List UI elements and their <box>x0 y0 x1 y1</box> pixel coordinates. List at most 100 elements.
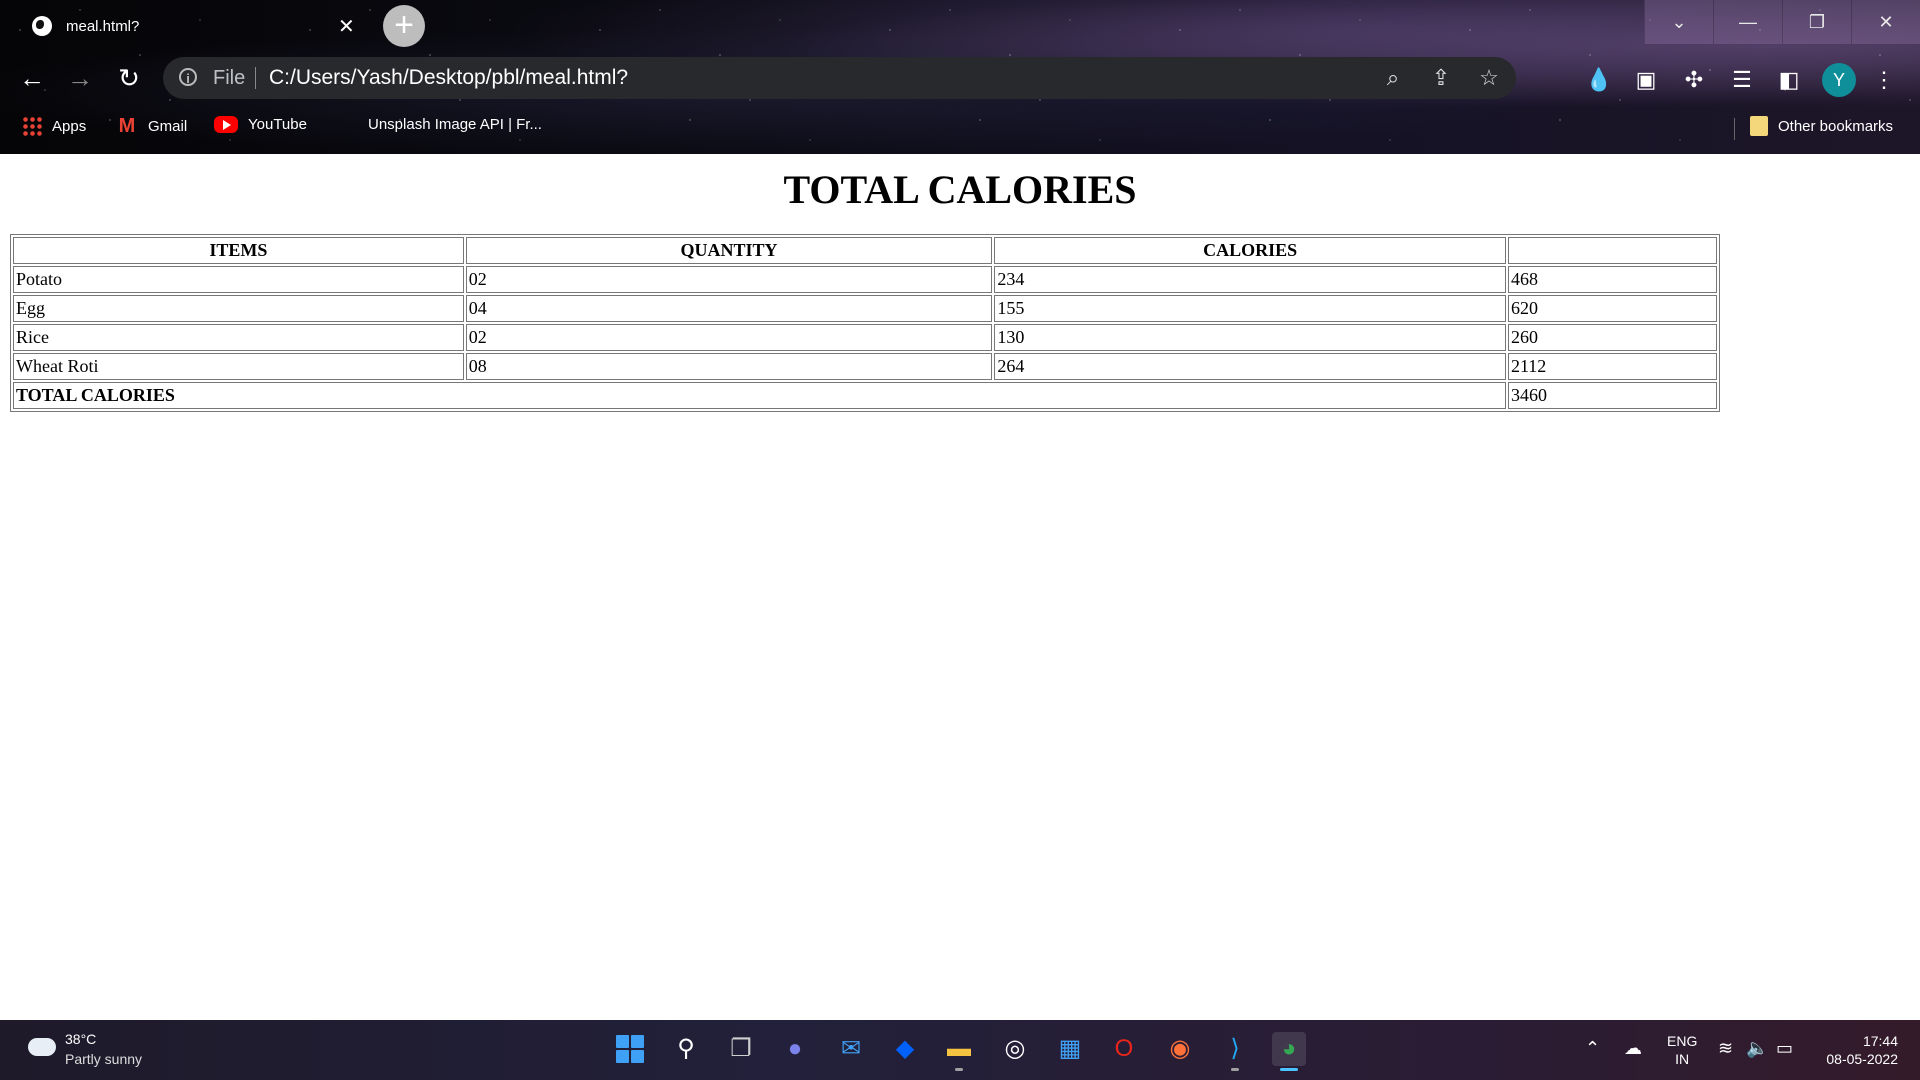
volume-icon[interactable]: 🔈 <box>1746 1038 1768 1059</box>
dropbox-icon[interactable]: ◆ <box>888 1032 922 1066</box>
new-tab-button[interactable]: + <box>383 5 425 47</box>
scheme-label: File <box>213 67 246 89</box>
bookmarks-divider <box>1734 118 1735 140</box>
profile-avatar[interactable]: Y <box>1822 63 1856 97</box>
zoom-icon[interactable]: ⌕ <box>1380 65 1406 91</box>
total-value: 3460 <box>1507 382 1717 409</box>
table-row: Wheat Roti 08 264 2112 <box>13 353 1717 380</box>
restore-button[interactable]: ❐ <box>1782 0 1851 44</box>
browser-chrome: meal.html? ✕ + ⌄ — ❐ ✕ ← → ↻ i File C:/U… <box>0 0 1920 154</box>
chrome-icon[interactable]: ◕ <box>1272 1032 1306 1066</box>
other-bookmarks[interactable]: Other bookmarks <box>1750 116 1893 136</box>
back-button[interactable]: ← <box>16 62 48 94</box>
info-icon[interactable]: i <box>179 68 197 86</box>
onedrive-cloud-icon[interactable]: ☁ <box>1624 1038 1642 1059</box>
calories-cell: 155 <box>994 295 1506 322</box>
address-bar[interactable]: i File C:/Users/Yash/Desktop/pbl/meal.ht… <box>163 57 1516 99</box>
bookmarks-bar: Apps M Gmail YouTube Unsplash Image API … <box>0 110 1920 142</box>
item-cell: Potato <box>13 266 464 293</box>
quantity-cell: 02 <box>465 324 993 351</box>
firefox-icon[interactable]: ◉ <box>1163 1032 1197 1066</box>
windows-taskbar: 38°C Partly sunny ⚲ ❐ ● ✉ ◆ ▬ ◎ ▦ O ◉ ⟩ … <box>0 1020 1920 1080</box>
tab-title: meal.html? <box>66 18 140 35</box>
region-code: IN <box>1675 1051 1690 1067</box>
show-hidden-icons-chevron[interactable]: ⌃ <box>1585 1038 1600 1059</box>
mail-icon[interactable]: ✉ <box>834 1032 868 1066</box>
app-icon[interactable]: ◎ <box>998 1032 1032 1066</box>
calories-cell: 130 <box>994 324 1506 351</box>
bookmark-unsplash[interactable]: Unsplash Image API | Fr... <box>368 116 542 133</box>
calories-cell: 234 <box>994 266 1506 293</box>
active-app-indicator <box>1280 1068 1298 1071</box>
close-tab-icon[interactable]: ✕ <box>338 14 355 39</box>
subtotal-cell: 620 <box>1507 295 1717 322</box>
media-extension-icon[interactable]: ▣ <box>1632 66 1660 94</box>
battery-icon[interactable]: ▭ <box>1776 1038 1793 1059</box>
total-label: TOTAL CALORIES <box>13 382 1506 409</box>
quantity-cell: 02 <box>465 266 993 293</box>
browser-tab[interactable]: meal.html? ✕ <box>8 6 378 46</box>
menu-icon[interactable]: ⋮ <box>1870 66 1898 94</box>
table-row: Potato 02 234 468 <box>13 266 1717 293</box>
partly-sunny-icon <box>26 1032 56 1056</box>
youtube-icon <box>214 116 238 133</box>
calories-cell: 264 <box>994 353 1506 380</box>
side-panel-icon[interactable]: ◧ <box>1775 66 1803 94</box>
bookmark-label: Unsplash Image API | Fr... <box>368 116 542 133</box>
weather-temperature: 38°C <box>65 1031 97 1047</box>
bookmark-star-icon[interactable]: ☆ <box>1476 65 1502 91</box>
teams-chat-icon[interactable]: ● <box>778 1032 812 1066</box>
language-indicator[interactable]: ENG IN <box>1667 1032 1697 1068</box>
extensions-puzzle-icon[interactable]: ✣ <box>1680 66 1708 94</box>
column-header-items: ITEMS <box>13 237 464 264</box>
folder-icon <box>1750 116 1768 136</box>
vscode-icon[interactable]: ⟩ <box>1218 1032 1252 1066</box>
gmail-icon: M <box>118 115 136 137</box>
page-content: TOTAL CALORIES ITEMS QUANTITY CALORIES P… <box>0 154 1920 1020</box>
quantity-cell: 04 <box>465 295 993 322</box>
item-cell: Wheat Roti <box>13 353 464 380</box>
language-code: ENG <box>1667 1033 1698 1049</box>
running-indicator <box>1231 1068 1239 1071</box>
page-title: TOTAL CALORIES <box>783 167 1137 212</box>
start-menu-icon[interactable] <box>613 1032 647 1066</box>
column-header-calories: CALORIES <box>994 237 1506 264</box>
tab-search-button[interactable]: ⌄ <box>1644 0 1713 44</box>
bookmark-gmail[interactable]: M Gmail <box>116 115 188 137</box>
close-window-button[interactable]: ✕ <box>1851 0 1920 44</box>
share-icon[interactable]: ⇪ <box>1428 65 1454 91</box>
water-drop-extension-icon[interactable]: 💧 <box>1585 66 1613 94</box>
bookmark-youtube[interactable]: YouTube <box>214 116 307 133</box>
clock-time: 17:44 <box>1862 1033 1898 1049</box>
calories-table: ITEMS QUANTITY CALORIES Potato 02 234 46… <box>10 234 1720 412</box>
search-icon[interactable]: ⚲ <box>669 1032 703 1066</box>
subtotal-cell: 2112 <box>1507 353 1717 380</box>
task-view-icon[interactable]: ❐ <box>724 1032 758 1066</box>
table-header-row: ITEMS QUANTITY CALORIES <box>13 237 1717 264</box>
browser-toolbar: ← → ↻ i File C:/Users/Yash/Desktop/pbl/m… <box>0 56 1920 100</box>
subtotal-cell: 260 <box>1507 324 1717 351</box>
table-row: Rice 02 130 260 <box>13 324 1717 351</box>
reading-list-icon[interactable]: ☰ <box>1728 66 1756 94</box>
omnibox-divider <box>255 67 256 89</box>
running-indicator <box>955 1068 963 1071</box>
forward-button[interactable]: → <box>64 62 96 94</box>
system-clock[interactable]: 17:44 08-05-2022 <box>1818 1032 1898 1068</box>
bookmark-label: Gmail <box>148 117 188 135</box>
bookmark-apps[interactable]: Apps <box>22 116 86 136</box>
minimize-button[interactable]: — <box>1713 0 1782 44</box>
wifi-icon[interactable]: ≋ <box>1718 1038 1733 1059</box>
clock-date: 08-05-2022 <box>1826 1051 1898 1067</box>
url-text[interactable]: C:/Users/Yash/Desktop/pbl/meal.html? <box>269 66 628 90</box>
reload-button[interactable]: ↻ <box>113 62 145 94</box>
file-explorer-icon[interactable]: ▬ <box>942 1032 976 1066</box>
item-cell: Egg <box>13 295 464 322</box>
opera-icon[interactable]: O <box>1107 1032 1141 1066</box>
weather-description: Partly sunny <box>65 1051 143 1067</box>
column-header-quantity: QUANTITY <box>465 237 993 264</box>
bookmark-label: Apps <box>52 117 87 135</box>
total-row: TOTAL CALORIES 3460 <box>13 382 1717 409</box>
subtotal-cell: 468 <box>1507 266 1717 293</box>
store-icon[interactable]: ▦ <box>1053 1032 1087 1066</box>
bookmark-label: YouTube <box>248 116 307 133</box>
